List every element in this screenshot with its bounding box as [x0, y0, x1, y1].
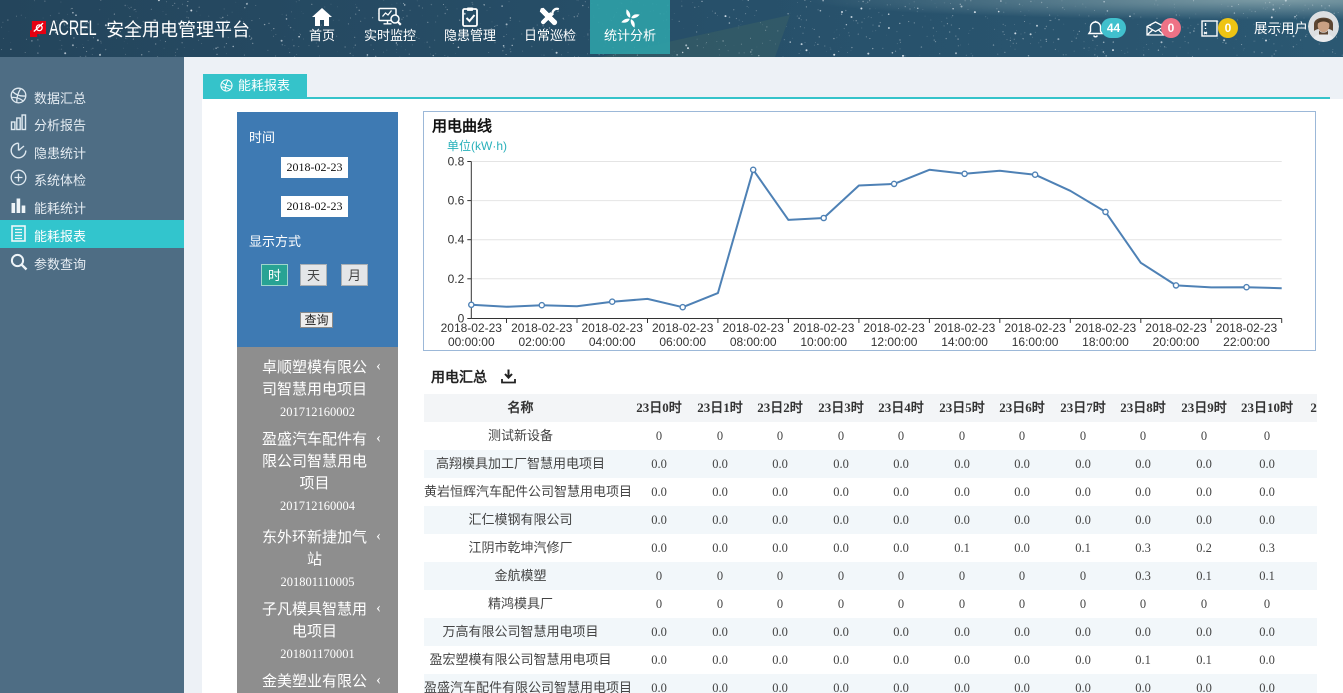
- svg-text:10:00:00: 10:00:00: [800, 335, 847, 349]
- svg-text:2018-02-23: 2018-02-23: [652, 321, 714, 335]
- svg-text:22:00:00: 22:00:00: [1223, 335, 1270, 349]
- svg-text:20:00:00: 20:00:00: [1153, 335, 1200, 349]
- svg-text:00:00:00: 00:00:00: [448, 335, 495, 349]
- svg-text:2018-02-23: 2018-02-23: [1004, 321, 1066, 335]
- svg-text:2018-02-23: 2018-02-23: [582, 321, 644, 335]
- svg-text:02:00:00: 02:00:00: [518, 335, 565, 349]
- svg-text:2018-02-23: 2018-02-23: [934, 321, 996, 335]
- svg-text:08:00:00: 08:00:00: [730, 335, 777, 349]
- svg-text:06:00:00: 06:00:00: [659, 335, 706, 349]
- svg-text:12:00:00: 12:00:00: [871, 335, 918, 349]
- svg-text:0.8: 0.8: [448, 155, 465, 169]
- svg-text:2018-02-23: 2018-02-23: [723, 321, 785, 335]
- svg-text:2018-02-23: 2018-02-23: [441, 321, 503, 335]
- svg-text:2018-02-23: 2018-02-23: [1075, 321, 1137, 335]
- svg-text:0.6: 0.6: [448, 194, 465, 208]
- svg-text:2018-02-23: 2018-02-23: [863, 321, 925, 335]
- svg-text:2018-02-23: 2018-02-23: [1145, 321, 1207, 335]
- svg-text:04:00:00: 04:00:00: [589, 335, 636, 349]
- svg-text:0.4: 0.4: [448, 233, 465, 247]
- svg-text:14:00:00: 14:00:00: [941, 335, 988, 349]
- svg-text:2018-02-23: 2018-02-23: [793, 321, 855, 335]
- svg-text:18:00:00: 18:00:00: [1082, 335, 1129, 349]
- svg-text:2018-02-23: 2018-02-23: [511, 321, 573, 335]
- svg-text:16:00:00: 16:00:00: [1012, 335, 1059, 349]
- svg-text:2018-02-23: 2018-02-23: [1216, 321, 1278, 335]
- svg-text:0.2: 0.2: [448, 272, 465, 286]
